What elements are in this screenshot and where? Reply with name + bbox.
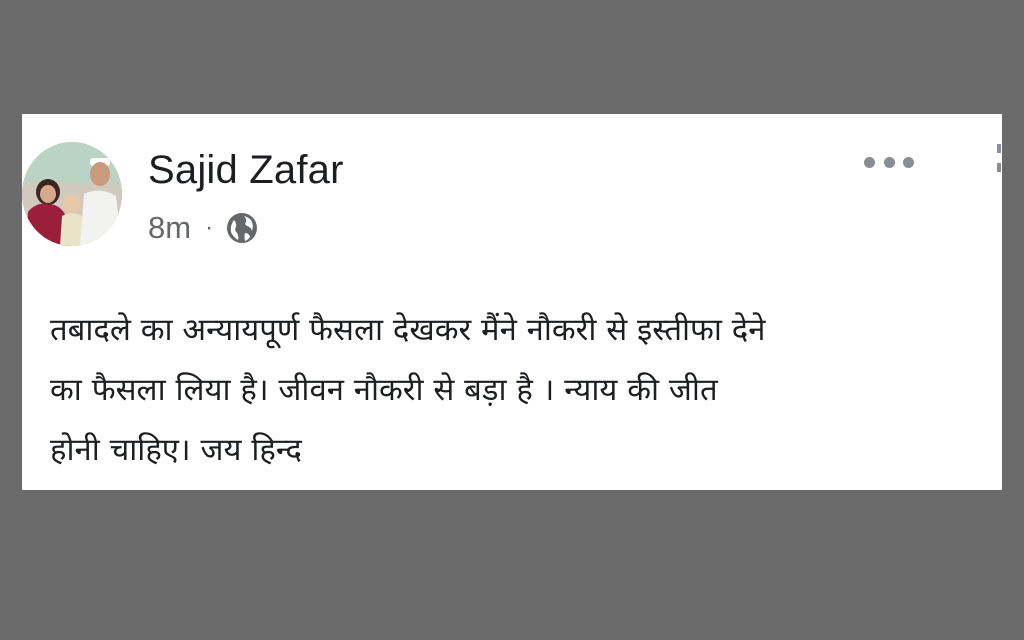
avatar-photo [22, 142, 122, 246]
more-options-button[interactable] [864, 150, 914, 174]
post-text-line: का फैसला लिया है। जीवन नौकरी से बड़ा है … [50, 372, 718, 408]
author-name[interactable]: Sajid Zafar [148, 148, 344, 193]
author-avatar[interactable] [22, 142, 122, 246]
meta-separator: · [205, 214, 214, 241]
post-body: तबादले का अन्यायपूर्ण फैसला देखकर मैंने … [50, 300, 1002, 480]
more-horizontal-icon [864, 156, 875, 168]
post-card: Sajid Zafar 8m · तबादले का अन्यायपूर्ण फ… [22, 114, 1002, 490]
post-meta: 8m · [148, 208, 259, 248]
cropped-icon [997, 144, 1002, 184]
post-text-line: तबादले का अन्यायपूर्ण फैसला देखकर मैंने … [50, 312, 766, 348]
globe-icon[interactable] [225, 211, 259, 245]
post-timestamp[interactable]: 8m [148, 210, 191, 246]
post-text-line: होनी चाहिए। जय हिन्द [50, 432, 302, 468]
